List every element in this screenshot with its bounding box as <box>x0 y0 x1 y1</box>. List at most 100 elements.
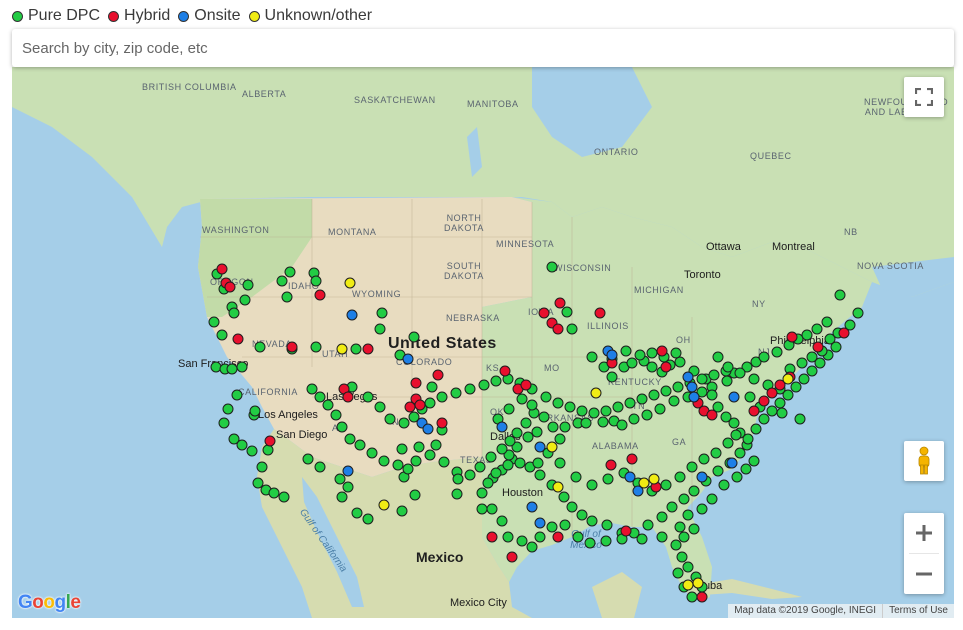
map-marker-pure[interactable] <box>722 361 734 373</box>
map-marker-pure[interactable] <box>586 515 598 527</box>
map-marker-pure[interactable] <box>852 307 864 319</box>
map-marker-pure[interactable] <box>547 421 559 433</box>
map-marker-pure[interactable] <box>310 275 322 287</box>
map-marker-pure[interactable] <box>558 491 570 503</box>
map-marker-pure[interactable] <box>776 407 788 419</box>
map-marker-pure[interactable] <box>424 397 436 409</box>
map-marker-pure[interactable] <box>682 509 694 521</box>
map-marker-pure[interactable] <box>696 503 708 515</box>
map-marker-pure[interactable] <box>686 461 698 473</box>
map-marker-pure[interactable] <box>796 357 808 369</box>
map-marker-pure[interactable] <box>688 485 700 497</box>
map-marker-pure[interactable] <box>366 447 378 459</box>
map-marker-pure[interactable] <box>236 361 248 373</box>
map-marker-pure[interactable] <box>734 367 746 379</box>
map-marker-pure[interactable] <box>208 316 220 328</box>
map-marker-pure[interactable] <box>254 341 266 353</box>
map-marker-hybrid[interactable] <box>626 453 638 465</box>
zoom-in-button[interactable] <box>904 513 944 553</box>
map-marker-pure[interactable] <box>572 531 584 543</box>
map-marker-pure[interactable] <box>452 473 464 485</box>
map-marker-pure[interactable] <box>216 329 228 341</box>
map-marker-pure[interactable] <box>654 403 666 415</box>
map-marker-pure[interactable] <box>476 487 488 499</box>
map-marker-onsite[interactable] <box>726 457 738 469</box>
map-marker-hybrid[interactable] <box>594 307 606 319</box>
map-marker-pure[interactable] <box>242 279 254 291</box>
map-marker-unknown[interactable] <box>344 277 356 289</box>
map-marker-hybrid[interactable] <box>362 343 374 355</box>
map-marker-pure[interactable] <box>496 443 508 455</box>
map-marker-pure[interactable] <box>678 531 690 543</box>
map-marker-onsite[interactable] <box>422 423 434 435</box>
map-marker-pure[interactable] <box>602 473 614 485</box>
map-marker-onsite[interactable] <box>534 517 546 529</box>
map-marker-pure[interactable] <box>628 413 640 425</box>
map-marker-hybrid[interactable] <box>554 297 566 309</box>
map-marker-pure[interactable] <box>570 471 582 483</box>
map-marker-hybrid[interactable] <box>660 361 672 373</box>
map-marker-pure[interactable] <box>696 373 708 385</box>
map-marker-pure[interactable] <box>682 561 694 573</box>
map-marker-pure[interactable] <box>566 501 578 513</box>
map-marker-pure[interactable] <box>374 323 386 335</box>
map-marker-pure[interactable] <box>450 387 462 399</box>
map-marker-pure[interactable] <box>503 403 515 415</box>
map-marker-pure[interactable] <box>514 457 526 469</box>
map-marker-pure[interactable] <box>378 455 390 467</box>
map-marker-pure[interactable] <box>600 405 612 417</box>
map-marker-pure[interactable] <box>354 439 366 451</box>
map-marker-pure[interactable] <box>708 369 720 381</box>
map-marker-pure[interactable] <box>276 275 288 287</box>
map-marker-pure[interactable] <box>698 453 710 465</box>
map-marker-onsite[interactable] <box>688 391 700 403</box>
map-marker-pure[interactable] <box>636 393 648 405</box>
map-marker-pure[interactable] <box>485 451 497 463</box>
map-marker-unknown[interactable] <box>378 499 390 511</box>
map-marker-pure[interactable] <box>478 379 490 391</box>
map-marker-pure[interactable] <box>712 351 724 363</box>
map-marker-pure[interactable] <box>730 429 742 441</box>
map-marker-pure[interactable] <box>424 449 436 461</box>
map-marker-hybrid[interactable] <box>342 391 354 403</box>
map-marker-hybrid[interactable] <box>232 333 244 345</box>
map-marker-pure[interactable] <box>606 371 618 383</box>
map-marker-pure[interactable] <box>706 389 718 401</box>
map-marker-pure[interactable] <box>561 306 573 318</box>
map-marker-pure[interactable] <box>576 405 588 417</box>
map-marker-pure[interactable] <box>674 471 686 483</box>
map-marker-pure[interactable] <box>538 411 550 423</box>
map-marker-pure[interactable] <box>396 443 408 455</box>
map-marker-pure[interactable] <box>526 399 538 411</box>
map-marker-pure[interactable] <box>740 463 752 475</box>
map-marker-pure[interactable] <box>710 447 722 459</box>
map-marker-pure[interactable] <box>342 481 354 493</box>
map-marker-pure[interactable] <box>314 461 326 473</box>
street-view-button[interactable] <box>904 441 944 481</box>
map-marker-pure[interactable] <box>811 323 823 335</box>
map-marker-pure[interactable] <box>351 507 363 519</box>
map-marker-pure[interactable] <box>712 465 724 477</box>
map-marker-pure[interactable] <box>464 469 476 481</box>
map-marker-pure[interactable] <box>496 515 508 527</box>
map-marker-pure[interactable] <box>624 397 636 409</box>
map-marker-pure[interactable] <box>668 395 680 407</box>
map-marker-pure[interactable] <box>688 523 700 535</box>
map-marker-pure[interactable] <box>398 417 410 429</box>
map-marker-pure[interactable] <box>231 389 243 401</box>
map-marker-pure[interactable] <box>750 423 762 435</box>
map-marker-hybrid[interactable] <box>264 435 276 447</box>
map-marker-pure[interactable] <box>490 467 502 479</box>
map-marker-onsite[interactable] <box>728 391 740 403</box>
map-marker-hybrid[interactable] <box>838 327 850 339</box>
map-marker-pure[interactable] <box>559 519 571 531</box>
map-marker-pure[interactable] <box>801 329 813 341</box>
map-marker-unknown[interactable] <box>590 387 602 399</box>
map-marker-pure[interactable] <box>306 383 318 395</box>
map-marker-hybrid[interactable] <box>552 531 564 543</box>
fullscreen-button[interactable] <box>904 77 944 117</box>
map-marker-pure[interactable] <box>718 479 730 491</box>
map-marker-pure[interactable] <box>520 417 532 429</box>
map-marker-pure[interactable] <box>502 459 514 471</box>
map-marker-pure[interactable] <box>384 413 396 425</box>
